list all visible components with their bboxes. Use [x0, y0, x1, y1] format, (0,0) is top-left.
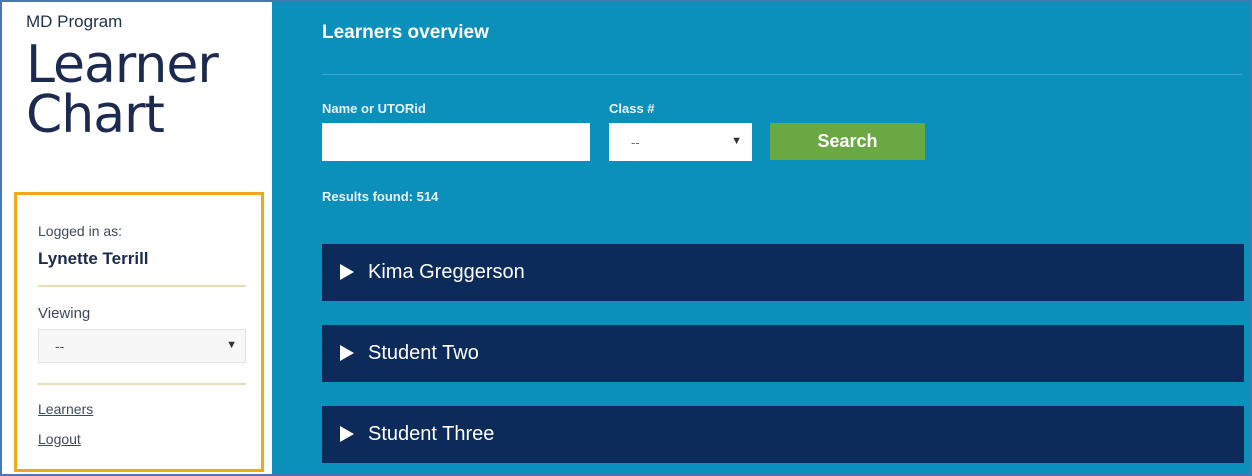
sidebar: MD Program Learner Chart Logged in as: L… [2, 2, 270, 474]
learner-row[interactable]: Kima Greggerson [322, 244, 1244, 301]
caret-down-icon: ▼ [226, 339, 237, 351]
results-count: Results found: 514 [322, 189, 439, 204]
viewing-label: Viewing [38, 305, 91, 322]
viewing-select[interactable]: -- ▼ [38, 329, 246, 363]
learner-name: Kima Greggerson [368, 261, 525, 283]
program-name: MD Program [26, 12, 123, 31]
app-title-line2: Chart [26, 85, 165, 145]
logged-in-label: Logged in as: [38, 223, 123, 239]
viewing-select-value: -- [55, 338, 65, 354]
app-title-line1: Learner [26, 35, 219, 95]
triangle-right-icon [340, 426, 354, 442]
name-field-label: Name or UTORid [322, 101, 426, 116]
learners-link[interactable]: Learners [38, 401, 93, 417]
title-divider [322, 74, 1242, 75]
search-button[interactable]: Search [770, 123, 925, 160]
divider [38, 285, 246, 287]
user-name: Lynette Terrill [38, 249, 149, 268]
learner-row[interactable]: Student Two [322, 325, 1244, 382]
learner-row[interactable]: Student Three [322, 406, 1244, 463]
class-field-label: Class # [609, 101, 655, 116]
caret-down-icon: ▼ [731, 135, 742, 147]
class-select-value: -- [631, 135, 640, 150]
logout-link[interactable]: Logout [38, 431, 81, 447]
learner-name: Student Three [368, 423, 495, 445]
class-select[interactable]: -- ▼ [609, 123, 752, 161]
learner-name: Student Two [368, 342, 479, 364]
user-panel: Logged in as: Lynette Terrill Viewing --… [14, 192, 264, 472]
name-input[interactable] [322, 123, 590, 161]
triangle-right-icon [340, 264, 354, 280]
main-content: Learners overview Name or UTORid Class #… [272, 2, 1250, 474]
page-title: Learners overview [322, 22, 489, 43]
triangle-right-icon [340, 345, 354, 361]
divider [38, 383, 246, 385]
app-title: Learner Chart [26, 35, 219, 145]
